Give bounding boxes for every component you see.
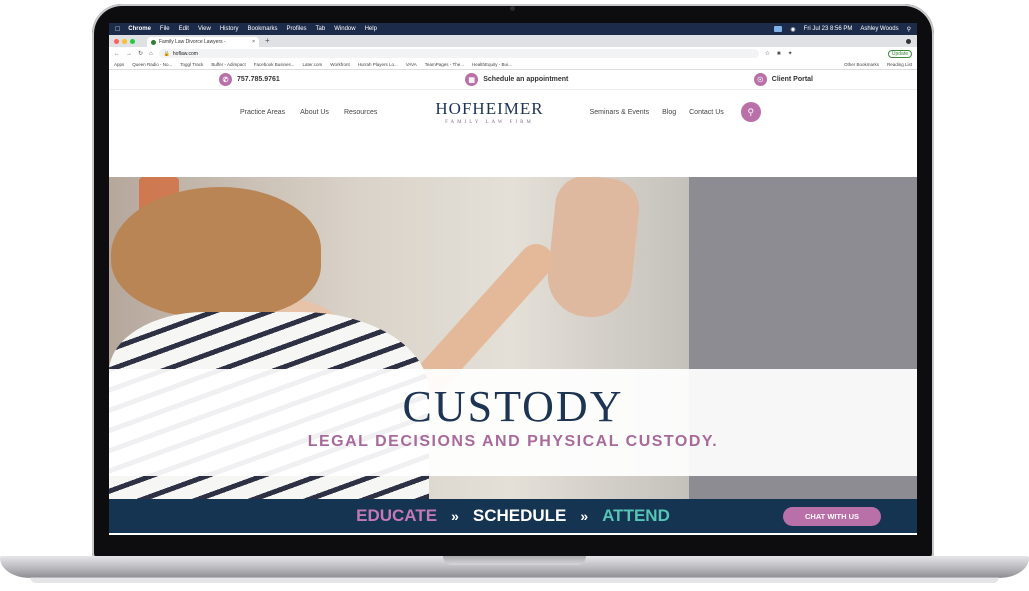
extension-icon[interactable]: ■ <box>777 51 781 57</box>
apple-icon[interactable]:  <box>115 26 120 33</box>
tab-strip: Family Law Divorce Lawyers - × + <box>109 35 917 47</box>
hero-child-head <box>111 187 321 317</box>
nav-seminars-events[interactable]: Seminars & Events <box>590 109 650 116</box>
menubar-user[interactable]: Ashley Woods <box>860 26 898 32</box>
menu-profiles[interactable]: Profiles <box>287 26 307 32</box>
hero-banner: CUSTODY LEGAL DECISIONS AND PHYSICAL CUS… <box>109 369 917 476</box>
menu-window[interactable]: Window <box>334 26 355 32</box>
bookmark-item[interactable]: Facebook Busines... <box>254 62 295 67</box>
hero-subtitle: LEGAL DECISIONS AND PHYSICAL CUSTODY. <box>307 433 719 450</box>
menu-file[interactable]: File <box>160 26 170 32</box>
close-window-button[interactable] <box>114 38 119 44</box>
bookmark-item[interactable]: Hurrah Players Lo... <box>358 62 398 67</box>
phone-number: 757.785.9761 <box>237 76 280 83</box>
update-button[interactable]: Update <box>887 49 912 58</box>
wifi-icon[interactable]: ◉ <box>790 26 795 33</box>
bookmark-item[interactable]: VAVA <box>406 62 417 67</box>
menubar-status: ◉ Fri Jul 23 8:56 PM Ashley Woods ⚲ <box>774 26 911 33</box>
nav-contact-us[interactable]: Contact Us <box>689 109 724 116</box>
menu-help[interactable]: Help <box>365 26 377 32</box>
cta-schedule[interactable]: SCHEDULE <box>473 506 567 526</box>
phone-icon: ✆ <box>219 73 232 86</box>
menu-view[interactable]: View <box>198 26 211 32</box>
browser-toolbar: ← → ↻ ⌂ 🔒 hoflaw.com ☆ ■ ✦ Update <box>109 47 917 60</box>
cta-separator: » <box>580 508 589 524</box>
bookmark-item[interactable]: HealthEquity - Bui... <box>472 62 512 67</box>
nav-resources[interactable]: Resources <box>344 109 377 116</box>
back-icon[interactable]: ← <box>114 51 120 57</box>
calendar-icon: ▦ <box>465 73 479 86</box>
minimize-window-button[interactable] <box>122 38 127 44</box>
menu-history[interactable]: History <box>220 26 239 32</box>
site-topbar: ✆ 757.785.9761 ▦ Schedule an appointment… <box>109 70 917 90</box>
home-icon[interactable]: ⌂ <box>149 51 153 57</box>
laptop-mockup:  Chrome File Edit View History Bookmark… <box>0 0 1029 591</box>
laptop-shadow <box>30 577 999 583</box>
cta-strip: EDUCATE » SCHEDULE » ATTEND CHAT WITH US <box>109 499 917 533</box>
mac-menubar:  Chrome File Edit View History Bookmark… <box>109 23 917 35</box>
schedule-label: Schedule an appointment <box>483 76 569 83</box>
bookmark-item[interactable]: Toggl Track <box>180 62 203 67</box>
tab-search-icon[interactable] <box>906 38 911 44</box>
schedule-link[interactable]: ▦ Schedule an appointment <box>465 73 568 86</box>
bookmark-item[interactable]: Workfront <box>330 62 349 67</box>
cta-attend[interactable]: ATTEND <box>602 506 670 526</box>
nav-left: Practice Areas About Us Resources <box>240 109 377 116</box>
screen:  Chrome File Edit View History Bookmark… <box>109 23 917 535</box>
bookmarks-bar: Apps Queen Radio - No... Toggl Track Buf… <box>109 60 917 70</box>
logo-main: HOFHEIMER <box>435 99 544 118</box>
bookmarks-right: Other Bookmarks Reading List <box>844 62 912 67</box>
close-tab-icon[interactable]: × <box>252 39 255 45</box>
bookmark-item[interactable]: Queen Radio - No... <box>132 62 172 67</box>
nav-blog[interactable]: Blog <box>662 109 676 116</box>
menu-tab[interactable]: Tab <box>316 26 326 32</box>
lock-icon: 🔒 <box>163 50 170 57</box>
logo-sub: FAMILY LAW FIRM <box>445 120 534 125</box>
reload-icon[interactable]: ↻ <box>138 50 143 57</box>
extension-icons: ☆ ■ ✦ <box>765 50 793 58</box>
bookmark-item[interactable]: TeamPages - The... <box>425 62 464 67</box>
menu-edit[interactable]: Edit <box>179 26 189 32</box>
browser-tab[interactable]: Family Law Divorce Lawyers - × <box>147 37 259 47</box>
reading-list[interactable]: Reading List <box>887 62 912 67</box>
site-logo[interactable]: HOFHEIMER FAMILY LAW FIRM <box>435 99 543 125</box>
bookmark-item[interactable]: Later.com <box>303 62 323 67</box>
status-icon[interactable] <box>774 26 783 32</box>
site-nav: Practice Areas About Us Resources HOFHEI… <box>109 90 917 134</box>
nav-practice-areas[interactable]: Practice Areas <box>240 109 285 116</box>
bookmark-apps[interactable]: Apps <box>114 62 124 67</box>
favicon-icon <box>151 39 156 45</box>
search-icon[interactable]: ⚲ <box>740 102 761 122</box>
phone-link[interactable]: ✆ 757.785.9761 <box>219 73 280 86</box>
chat-with-us-button[interactable]: CHAT WITH US <box>783 507 881 526</box>
address-bar[interactable]: 🔒 hoflaw.com <box>158 49 759 58</box>
forward-icon[interactable]: → <box>126 51 132 57</box>
other-bookmarks[interactable]: Other Bookmarks <box>844 62 879 67</box>
url-text: hoflaw.com <box>172 50 198 57</box>
menu-bookmarks[interactable]: Bookmarks <box>248 26 278 32</box>
puzzle-icon[interactable]: ✦ <box>788 50 793 57</box>
window-controls <box>114 35 135 47</box>
spotlight-icon[interactable]: ⚲ <box>907 26 911 33</box>
nav-about-us[interactable]: About Us <box>300 109 329 116</box>
new-tab-button[interactable]: + <box>265 35 270 47</box>
client-portal-link[interactable]: ☉ Client Portal <box>753 73 813 86</box>
nav-right: Seminars & Events Blog Contact Us ⚲ <box>590 102 761 122</box>
cta-educate[interactable]: EDUCATE <box>356 506 437 526</box>
zoom-window-button[interactable] <box>130 38 135 44</box>
star-icon[interactable]: ☆ <box>765 50 770 57</box>
menu-chrome[interactable]: Chrome <box>128 26 151 32</box>
bookmark-item[interactable]: Buffer - Adimpact <box>211 62 245 67</box>
client-portal-label: Client Portal <box>771 76 813 83</box>
laptop-base-lip <box>443 556 586 565</box>
portal-icon: ☉ <box>753 73 767 86</box>
hero-title: CUSTODY <box>402 382 624 431</box>
cta-separator: » <box>451 508 459 524</box>
tab-title: Family Law Divorce Lawyers - <box>159 39 226 45</box>
menubar-clock[interactable]: Fri Jul 23 8:56 PM <box>804 26 853 32</box>
camera-notch <box>510 6 515 11</box>
